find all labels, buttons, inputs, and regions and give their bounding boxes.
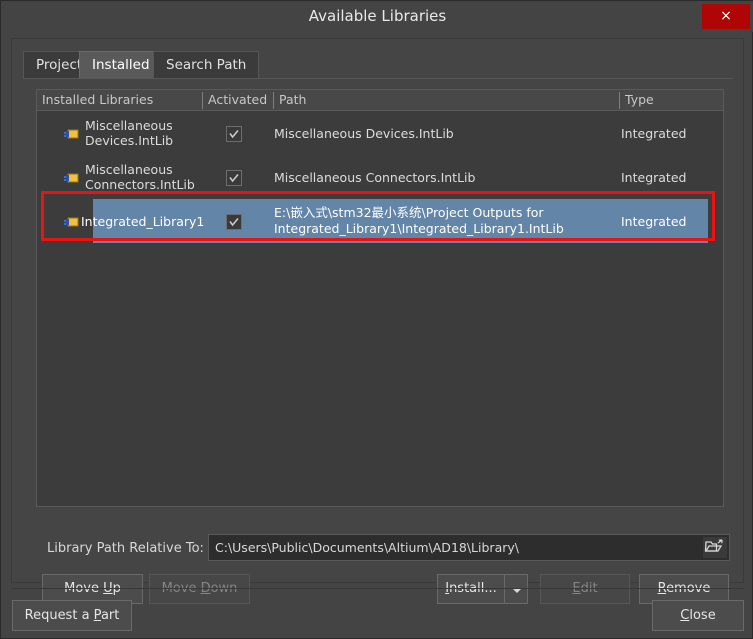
installed-libraries-list[interactable]: Installed Libraries Activated Path Type bbox=[36, 89, 724, 507]
library-icon bbox=[64, 126, 79, 139]
install-button[interactable]: Install... bbox=[437, 574, 505, 604]
close-x-icon[interactable]: × bbox=[702, 4, 750, 29]
move-down-button: Move Down bbox=[149, 574, 250, 604]
column-header-type[interactable]: Type bbox=[620, 90, 724, 110]
content-panel: Project Installed Search Path Installed … bbox=[11, 38, 744, 604]
cell-library-name: Miscellaneous Connectors.IntLib bbox=[85, 162, 195, 192]
cell-type: Integrated bbox=[621, 170, 687, 185]
cell-type: Integrated bbox=[621, 214, 687, 229]
activated-checkbox[interactable] bbox=[226, 170, 242, 186]
library-icon bbox=[64, 170, 79, 183]
table-row-selected[interactable]: Integrated_Library1 E:\嵌入式\stm32最小系统\Pro… bbox=[37, 199, 723, 243]
cell-path: Miscellaneous Devices.IntLib bbox=[274, 126, 454, 141]
dialog-title: Available Libraries bbox=[308, 7, 447, 25]
library-path-input[interactable]: C:\Users\Public\Documents\Altium\AD18\Li… bbox=[208, 534, 730, 561]
close-button[interactable]: Close bbox=[652, 600, 744, 631]
activated-checkbox[interactable] bbox=[226, 214, 242, 230]
tab-search-path[interactable]: Search Path bbox=[153, 51, 260, 79]
table-row[interactable]: Miscellaneous Connectors.IntLib Miscella… bbox=[37, 155, 723, 199]
title-bar: Available Libraries × bbox=[1, 1, 753, 32]
chevron-down-icon[interactable] bbox=[505, 574, 528, 604]
cell-type: Integrated bbox=[621, 126, 687, 141]
tab-installed[interactable]: Installed bbox=[79, 51, 163, 79]
footer-separator bbox=[11, 588, 744, 589]
list-header: Installed Libraries Activated Path Type bbox=[37, 90, 723, 111]
tab-underline bbox=[23, 78, 733, 79]
request-a-part-button[interactable]: Request a Part bbox=[12, 600, 132, 631]
cell-library-name: Miscellaneous Devices.IntLib bbox=[85, 118, 174, 148]
cell-library-name: Integrated_Library1 bbox=[81, 214, 205, 229]
cell-path: Miscellaneous Connectors.IntLib bbox=[274, 170, 476, 185]
edit-button: Edit bbox=[540, 574, 630, 604]
open-folder-icon[interactable] bbox=[703, 537, 727, 558]
column-header-activated[interactable]: Activated bbox=[203, 90, 273, 110]
library-icon bbox=[64, 214, 79, 227]
tab-strip: Project Installed Search Path bbox=[23, 51, 733, 79]
cell-path: E:\嵌入式\stm32最小系统\Project Outputs for Int… bbox=[274, 205, 564, 236]
activated-checkbox[interactable] bbox=[226, 126, 242, 142]
library-path-relative-label: Library Path Relative To: bbox=[47, 541, 204, 556]
available-libraries-dialog: Available Libraries × Project Installed … bbox=[0, 0, 753, 639]
table-row[interactable]: Miscellaneous Devices.IntLib Miscellaneo… bbox=[37, 111, 723, 155]
list-body: Miscellaneous Devices.IntLib Miscellaneo… bbox=[37, 111, 723, 506]
column-header-installed-libraries[interactable]: Installed Libraries bbox=[37, 90, 202, 110]
column-header-path[interactable]: Path bbox=[274, 90, 619, 110]
